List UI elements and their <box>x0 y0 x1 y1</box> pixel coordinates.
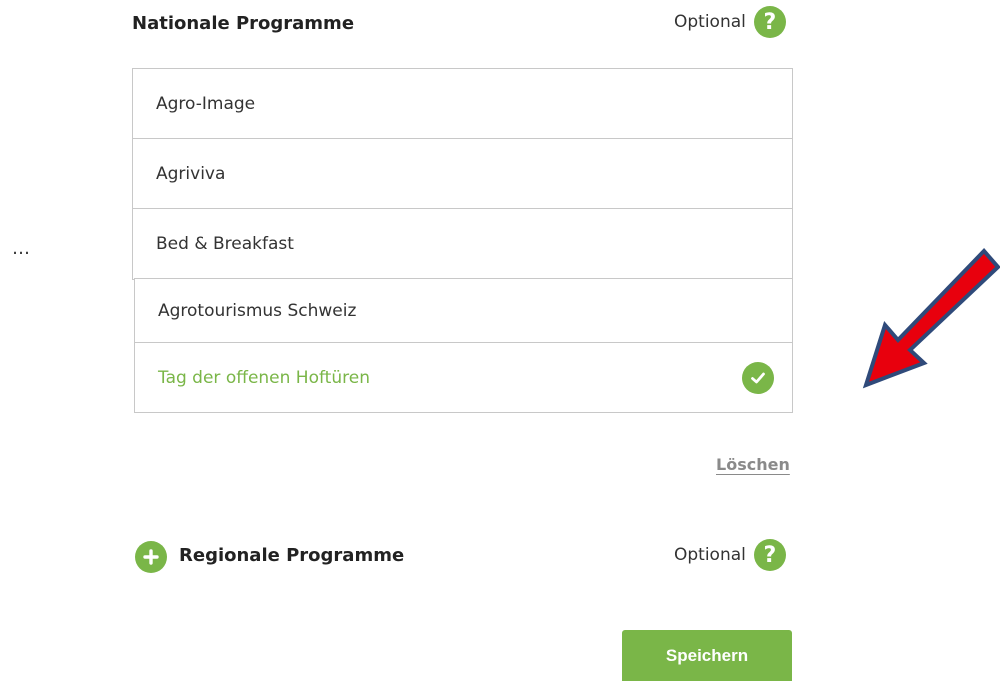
list-item-label: Tag der offenen Hoftüren <box>158 367 370 388</box>
list-item-agro-image[interactable]: Agro-Image <box>132 68 793 139</box>
national-programs-title: Nationale Programme <box>132 13 355 34</box>
regional-optional-label: Optional <box>674 545 746 565</box>
plus-circle-icon[interactable] <box>135 541 167 573</box>
list-item-bed-breakfast[interactable]: Bed & Breakfast <box>132 208 793 280</box>
national-optional-label: Optional <box>674 12 746 32</box>
list-item-label: Agrotourismus Schweiz <box>158 300 357 321</box>
help-icon[interactable]: ? <box>753 6 786 38</box>
page: Nationale Programme Optional ? Agro-Imag… <box>0 0 1001 681</box>
list-item-tag-der-offenen-hoftueren[interactable]: Tag der offenen Hoftüren <box>134 342 793 413</box>
help-icon[interactable]: ? <box>753 539 786 571</box>
list-item-agrotourismus-schweiz[interactable]: Agrotourismus Schweiz <box>134 278 793 343</box>
regional-programs-title[interactable]: Regionale Programme <box>179 545 404 566</box>
check-circle-icon <box>742 361 774 394</box>
list-item-label: Agro-Image <box>156 93 256 114</box>
list-item-label: Agriviva <box>156 163 226 184</box>
list-item-agriviva[interactable]: Agriviva <box>132 138 793 209</box>
regional-optional: Optional ? <box>674 539 786 571</box>
ellipsis-text: … <box>12 238 30 259</box>
delete-link[interactable]: Löschen <box>716 455 790 474</box>
list-item-label: Bed & Breakfast <box>156 234 294 254</box>
national-optional: Optional ? <box>674 6 786 38</box>
red-arrow-annotation <box>862 248 1000 389</box>
save-button[interactable]: Speichern <box>622 630 792 681</box>
